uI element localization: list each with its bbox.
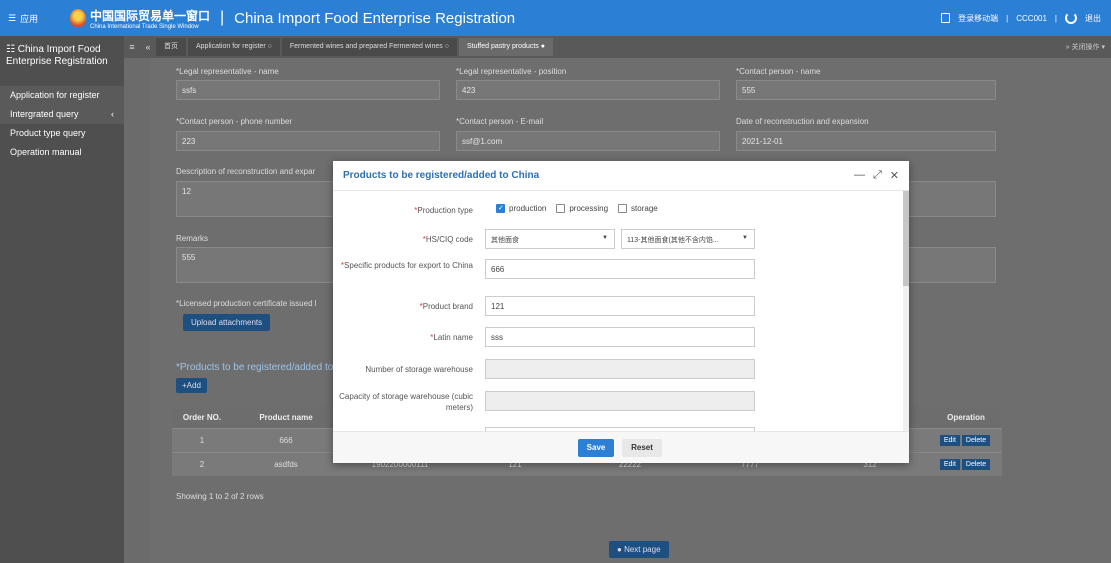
hs-category-select[interactable]: 其他面食 ▼ — [485, 229, 615, 249]
sidebar: ☷ China Import Food Enterprise Registrat… — [0, 36, 124, 563]
user-name: CCC001 — [1016, 13, 1047, 23]
tab-stuffed-pastry[interactable]: Stuffed pastry products ● — [458, 38, 553, 56]
contact-name-field[interactable]: 555 — [736, 80, 996, 100]
contact-phone-field[interactable]: 223 — [176, 131, 440, 151]
add-button[interactable]: +Add — [176, 378, 207, 393]
close-icon[interactable]: ✕ — [890, 169, 899, 182]
delete-button[interactable]: Delete — [961, 459, 991, 470]
col-product-name: Product name — [259, 412, 313, 422]
legal-rep-name-label: *Legal representative - name — [176, 67, 279, 76]
remarks-label: Remarks — [176, 234, 209, 243]
title-divider: | — [220, 9, 225, 26]
app-title: China Import Food Enterprise Registratio… — [234, 9, 516, 27]
tab-home[interactable]: 首页 — [156, 38, 186, 56]
hs-code-label: *HS/CIQ code — [422, 235, 473, 244]
desc-label: Description of reconstruction and expar — [176, 167, 316, 176]
emblem-icon — [70, 9, 86, 27]
legal-rep-pos-label: *Legal representative - position — [456, 67, 567, 76]
desc-field-right[interactable] — [908, 181, 996, 217]
specific-products-input[interactable]: 666 — [485, 259, 755, 279]
tab-fermented[interactable]: Fermented wines and prepared Fermented w… — [281, 38, 457, 56]
contact-name-label: *Contact person - name — [736, 67, 821, 76]
modal-body: *Production type production processing s… — [333, 191, 903, 431]
remarks-field-right[interactable] — [908, 247, 996, 283]
reset-button[interactable]: Reset — [622, 439, 662, 457]
contact-email-field[interactable]: ssf@1.com — [456, 131, 720, 151]
date-field[interactable]: 2021-12-01 — [736, 131, 996, 151]
legal-rep-name-field[interactable]: ssfs — [176, 80, 440, 100]
product-brand-input[interactable]: 121 — [485, 296, 755, 316]
minimize-icon[interactable]: — — [854, 169, 865, 182]
modal-scrollbar[interactable] — [903, 191, 909, 431]
apps-menu[interactable]: ☰ 应用 — [0, 12, 60, 25]
col-order: Order NO. — [182, 412, 222, 422]
sidebar-header: ☷ China Import Food Enterprise Registrat… — [6, 44, 108, 67]
menu-icon: ☰ — [8, 12, 17, 23]
chevron-left-icon: ‹ — [111, 109, 114, 119]
separator: | — [1006, 13, 1009, 23]
logo-cn: 中国国际贸易单一窗口 — [90, 8, 211, 23]
storage-number-label: Number of storage warehouse — [365, 365, 473, 374]
production-checkbox[interactable]: production — [496, 204, 546, 214]
production-type-label: *Production type — [414, 206, 473, 215]
chevron-down-icon: ▼ — [742, 235, 748, 241]
power-icon[interactable] — [1065, 12, 1077, 24]
double-chevron-left-icon[interactable]: « — [140, 42, 156, 52]
specific-products-label: *Specific products for export to China — [340, 261, 473, 270]
separator: | — [1054, 13, 1057, 23]
product-brand-label: *Product brand — [419, 302, 473, 311]
contact-email-label: *Contact person - E-mail — [456, 117, 544, 126]
chevron-down-icon: ▼ — [602, 235, 608, 241]
product-modal: Products to be registered/added to China… — [333, 161, 909, 463]
storage-capacity-label: Capacity of storage warehouse (cubic met… — [339, 392, 473, 412]
maximize-icon[interactable]: ⤢ — [873, 169, 882, 182]
edit-button[interactable]: Edit — [939, 435, 960, 446]
tab-bar: ≡ « 首页 Application for register ○ Fermen… — [124, 36, 1111, 58]
latin-name-label: *Latin name — [430, 333, 473, 342]
storage-checkbox[interactable]: storage — [618, 204, 658, 214]
storage-capacity-input[interactable] — [485, 391, 755, 411]
sidebar-item-manual[interactable]: Operation manual — [0, 143, 124, 162]
tab-application[interactable]: Application for register ○ — [188, 38, 280, 56]
logout-link[interactable]: 退出 — [1085, 13, 1101, 24]
next-page-button[interactable]: ● Next page — [609, 541, 669, 558]
hs-code-select[interactable]: 113-其他面食(其他不含内馅... ▼ — [621, 229, 755, 249]
sidebar-item-query[interactable]: Intergrated query ‹ — [0, 105, 124, 124]
col-operation: Operation — [947, 412, 985, 422]
license-label: *Licensed production certificate issued … — [176, 299, 317, 308]
close-operations[interactable]: » 关闭操作 ▾ — [1066, 42, 1111, 52]
latin-name-input[interactable]: sss — [485, 327, 755, 347]
apps-label: 应用 — [20, 13, 39, 24]
contact-phone-label: *Contact person - phone number — [176, 117, 293, 126]
logo: 中国国际贸易单一窗口 China International Trade Sin… — [70, 7, 210, 30]
date-label: Date of reconstruction and expansion — [736, 117, 869, 126]
remarks-field[interactable]: 555 — [176, 247, 336, 283]
desc-field[interactable]: 12 — [176, 181, 336, 217]
mobile-icon — [941, 13, 951, 23]
list-icon: ☷ — [6, 44, 18, 55]
upload-button[interactable]: Upload attachments — [183, 314, 271, 331]
save-button[interactable]: Save — [578, 439, 614, 457]
modal-title: Products to be registered/added to China — [343, 170, 540, 181]
production-type-group: production processing storage — [496, 204, 658, 214]
sidebar-item-application[interactable]: Application for register — [0, 86, 124, 105]
pagination-info: Showing 1 to 2 of 2 rows — [176, 492, 264, 501]
top-bar: ☰ 应用 中国国际贸易单一窗口 China International Trad… — [0, 0, 1111, 36]
storage-number-input[interactable] — [485, 359, 755, 379]
delete-button[interactable]: Delete — [961, 435, 991, 446]
sidebar-item-product-type[interactable]: Product type query — [0, 124, 124, 143]
legal-rep-pos-field[interactable]: 423 — [456, 80, 720, 100]
products-section-label: *Products to be registered/added to — [176, 362, 334, 373]
logo-en: China International Trade Single Window — [90, 23, 199, 30]
processing-checkbox[interactable]: processing — [556, 204, 608, 214]
edit-button[interactable]: Edit — [939, 459, 960, 470]
menu-toggle-icon[interactable]: ≡ — [124, 42, 140, 52]
mobile-login-link[interactable]: 登录移动端 — [958, 13, 998, 24]
